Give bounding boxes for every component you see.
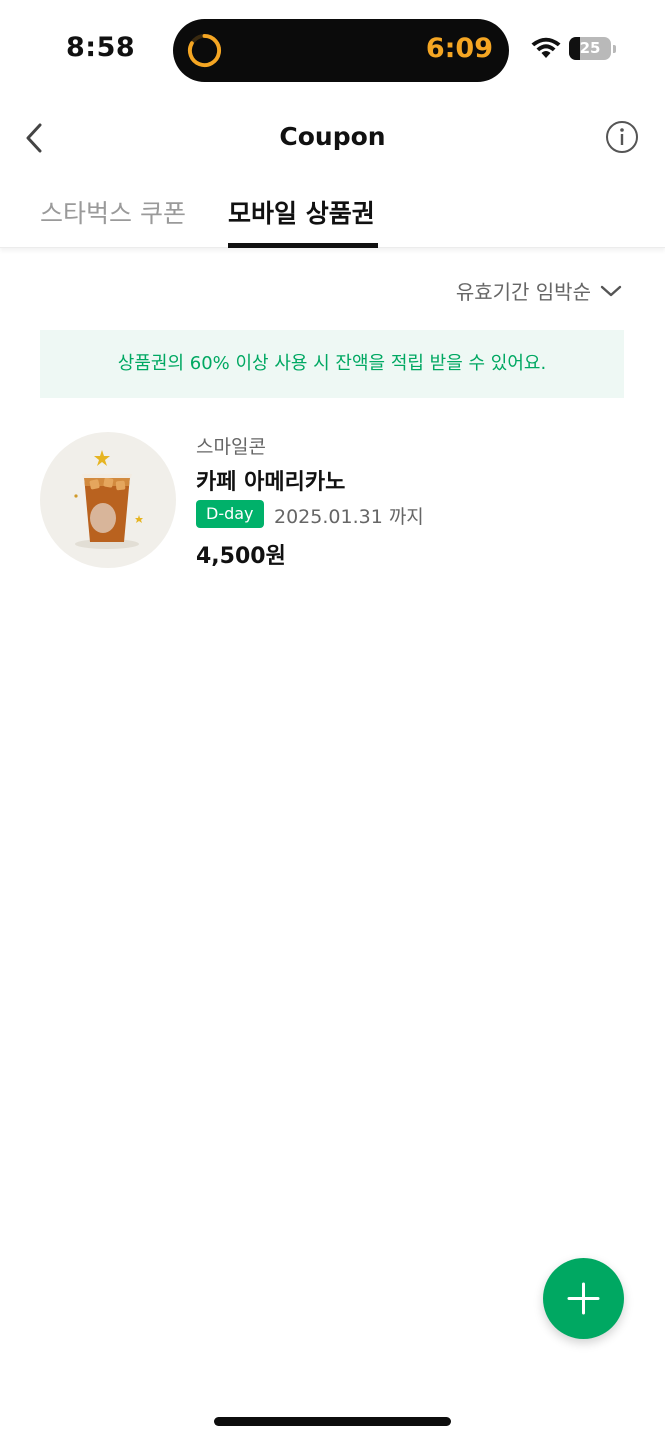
chevron-down-icon xyxy=(600,285,622,296)
battery-icon: 25 xyxy=(569,37,617,60)
iced-coffee-icon xyxy=(74,450,143,549)
timer-ring-icon xyxy=(187,33,222,68)
info-circle-icon xyxy=(606,121,638,153)
battery-level: 25 xyxy=(579,39,601,57)
info-button[interactable] xyxy=(605,120,639,154)
voucher-price: 4,500원 xyxy=(196,544,286,569)
tab-bar: 스타벅스 쿠폰 모바일 상품권 xyxy=(0,180,665,248)
sort-dropdown[interactable]: 유효기간 임박순 xyxy=(456,276,623,305)
tab-mobile-voucher[interactable]: 모바일 상품권 xyxy=(228,194,375,230)
wifi-icon xyxy=(531,37,561,58)
plus-icon xyxy=(567,1282,600,1315)
timer-text: 6:09 xyxy=(425,33,493,64)
status-time: 8:58 xyxy=(66,32,136,63)
voucher-item[interactable]: 스마일콘 카페 아메리카노 D-day 2025.01.31 까지 4,500원 xyxy=(40,430,624,570)
status-bar: 8:58 6:09 25 xyxy=(0,0,665,100)
sort-label: 유효기간 임박순 xyxy=(455,280,591,304)
voucher-product-name: 카페 아메리카노 xyxy=(196,470,346,495)
page-title: Coupon xyxy=(279,122,386,151)
nav-bar: Coupon xyxy=(0,100,665,180)
product-image xyxy=(40,432,176,568)
notice-banner: 상품권의 60% 이상 사용 시 잔액을 적립 받을 수 있어요. xyxy=(40,330,624,398)
dday-badge: D-day xyxy=(196,500,264,528)
voucher-brand: 스마일콘 xyxy=(196,436,266,458)
voucher-expiry-date: 2025.01.31 까지 xyxy=(274,506,424,528)
home-indicator[interactable] xyxy=(214,1417,451,1426)
tab-starbucks-coupon[interactable]: 스타벅스 쿠폰 xyxy=(40,194,186,230)
dynamic-island[interactable]: 6:09 xyxy=(173,19,509,82)
add-voucher-button[interactable] xyxy=(543,1258,624,1339)
active-tab-indicator xyxy=(228,243,378,248)
